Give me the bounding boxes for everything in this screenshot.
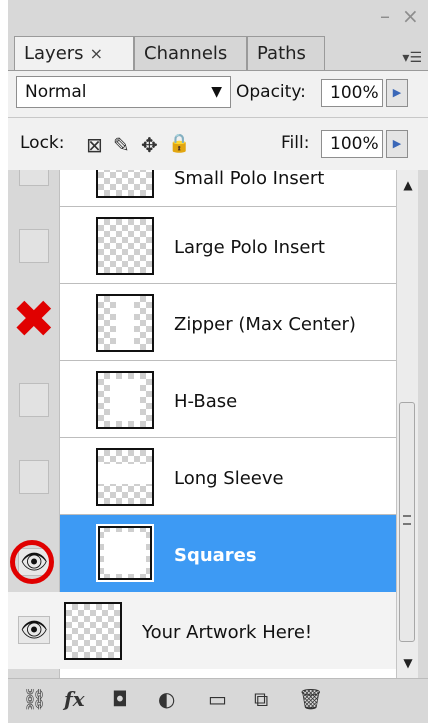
tab-paths-label: Paths [257, 43, 306, 64]
layer-thumbnail [96, 524, 154, 582]
layer-name: H-Base [174, 391, 238, 412]
triangle-right-icon: ▶ [392, 137, 402, 150]
padlock-icon[interactable]: 🔒 [168, 133, 190, 154]
new-layer-icon[interactable]: ⧉ [254, 687, 268, 711]
opacity-slider-button[interactable]: ▶ [386, 79, 408, 107]
layer-name: Squares [174, 545, 257, 566]
lock-row: Lock: ⊠ ✎ ✥ 🔒 Fill: 100% ▶ [8, 117, 428, 170]
minimize-icon[interactable]: – [380, 6, 390, 26]
panel-titlebar: – × [8, 0, 428, 36]
panel-menu-icon[interactable]: ▾☰ [402, 50, 422, 66]
fx-icon[interactable]: fx [64, 687, 85, 711]
tab-channels[interactable]: Channels [134, 36, 247, 70]
fill-input[interactable]: 100% [321, 130, 383, 158]
visibility-toggle[interactable] [19, 383, 49, 417]
layer-thumbnail [96, 448, 154, 506]
layer-name: Long Sleeve [174, 468, 284, 489]
layer-thumbnail [96, 371, 154, 429]
layer-your-artwork[interactable]: 👁 Your Artwork Here! [8, 592, 396, 669]
layer-h-base[interactable]: H-Base [8, 361, 396, 438]
layer-squares[interactable]: Squares [60, 515, 396, 592]
layer-name: Small Polo Insert [174, 170, 325, 189]
visibility-toggle[interactable] [19, 170, 49, 186]
opacity-label: Opacity: [236, 82, 306, 102]
brush-lock-icon[interactable]: ✎ [113, 133, 130, 157]
layer-large-polo-insert[interactable]: Large Polo Insert [8, 207, 396, 284]
layers-scrollbar[interactable]: ▲ ▼ [396, 170, 418, 678]
blend-row: Normal ▼ Opacity: 100% ▶ [8, 71, 428, 117]
layer-small-polo-insert[interactable]: Small Polo Insert [8, 170, 396, 207]
scroll-thumb[interactable] [399, 402, 415, 642]
layers-list: Small Polo Insert Large Polo Insert ✖ Zi… [8, 170, 396, 678]
visibility-toggle[interactable] [19, 460, 49, 494]
triangle-right-icon: ▶ [392, 86, 402, 99]
trash-icon[interactable]: 🗑 [298, 687, 323, 711]
opacity-input[interactable]: 100% [321, 79, 383, 107]
mask-icon[interactable]: ◘ [112, 687, 128, 711]
close-icon[interactable]: × [402, 6, 419, 26]
fill-value: 100% [330, 134, 379, 154]
adjustment-icon[interactable]: ◐ [158, 687, 175, 711]
visibility-toggle[interactable] [19, 229, 49, 263]
panel-footer: ⛓ fx ◘ ◐ ▭ ⧉ 🗑 [8, 678, 428, 723]
layer-name: Large Polo Insert [174, 237, 325, 258]
fill-label: Fill: [281, 133, 310, 153]
move-lock-icon[interactable]: ✥ [141, 133, 158, 157]
layer-thumbnail [96, 170, 154, 198]
link-icon[interactable]: ⛓ [22, 687, 47, 711]
blend-mode-select[interactable]: Normal ▼ [16, 76, 231, 108]
eye-icon[interactable]: 👁 [18, 616, 50, 644]
layers-panel: – × Layers × Channels Paths ▾☰ Normal ▼ O… [8, 0, 428, 723]
tab-close-icon[interactable]: × [90, 44, 103, 63]
layer-thumbnail [64, 602, 122, 660]
tab-layers[interactable]: Layers × [14, 36, 134, 71]
fill-slider-button[interactable]: ▶ [386, 130, 408, 158]
grip-icon [403, 515, 411, 525]
tab-paths[interactable]: Paths [247, 36, 325, 70]
layer-thumbnail [96, 294, 154, 352]
red-x-annotation-icon: ✖ [12, 290, 56, 350]
layer-zipper-max-center[interactable]: ✖ Zipper (Max Center) [8, 284, 396, 361]
scroll-down-icon[interactable]: ▼ [397, 656, 419, 670]
blend-mode-value: Normal [25, 82, 87, 102]
folder-icon[interactable]: ▭ [208, 687, 227, 711]
scroll-up-icon[interactable]: ▲ [397, 178, 419, 192]
tab-channels-label: Channels [144, 43, 228, 64]
lock-label: Lock: [20, 133, 65, 153]
red-circle-annotation [10, 540, 54, 584]
layer-long-sleeve[interactable]: Long Sleeve [8, 438, 396, 515]
transparency-lock-icon[interactable]: ⊠ [86, 133, 103, 157]
layer-name: Zipper (Max Center) [174, 314, 356, 335]
opacity-value: 100% [330, 83, 379, 103]
tab-layers-label: Layers [24, 43, 84, 64]
layer-name: Your Artwork Here! [142, 622, 313, 643]
chevron-down-icon: ▼ [211, 84, 222, 100]
layer-thumbnail [96, 217, 154, 275]
